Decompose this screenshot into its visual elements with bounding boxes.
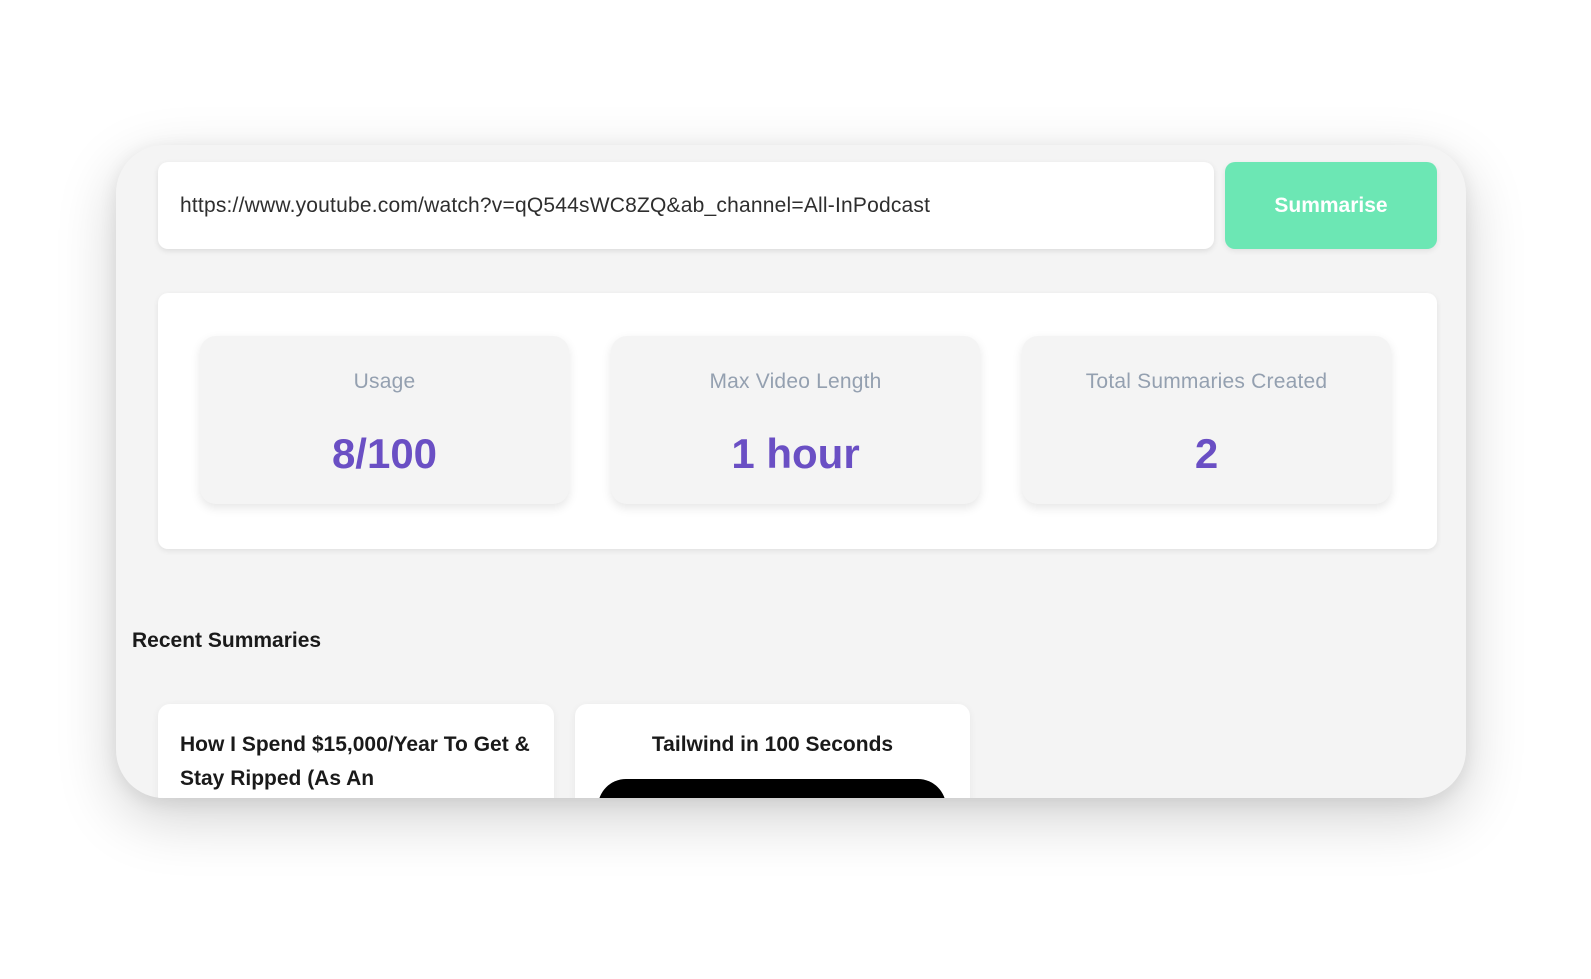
stat-label: Max Video Length xyxy=(709,370,882,393)
recent-summaries-heading: Recent Summaries xyxy=(132,629,322,652)
video-thumbnail[interactable] xyxy=(598,779,946,798)
stat-label: Usage xyxy=(353,370,416,393)
stat-value: 8/100 xyxy=(331,430,438,477)
stat-value: 1 hour xyxy=(731,430,860,477)
summary-card-title: Tailwind in 100 Seconds xyxy=(651,733,894,756)
summarise-button[interactable]: Summarise xyxy=(1225,162,1437,249)
stat-label: Total Summaries Created xyxy=(1085,370,1328,393)
summary-card[interactable]: How I Spend $15,000/Year To Get & Stay R… xyxy=(158,704,554,798)
summary-card[interactable]: Tailwind in 100 Seconds xyxy=(575,704,970,798)
app-frame: Summarise Usage 8/100 Max Video Length 1… xyxy=(116,145,1466,798)
stat-value: 2 xyxy=(1194,430,1219,477)
stats-panel: Usage 8/100 Max Video Length 1 hour Tota… xyxy=(158,293,1437,549)
stat-card-usage: Usage 8/100 xyxy=(200,336,569,504)
youtube-url-input[interactable] xyxy=(158,162,1214,249)
summary-card-title: How I Spend $15,000/Year To Get & Stay R… xyxy=(180,733,530,790)
stat-card-total-summaries: Total Summaries Created 2 xyxy=(1022,336,1391,504)
stat-card-max-video-length: Max Video Length 1 hour xyxy=(611,336,980,504)
